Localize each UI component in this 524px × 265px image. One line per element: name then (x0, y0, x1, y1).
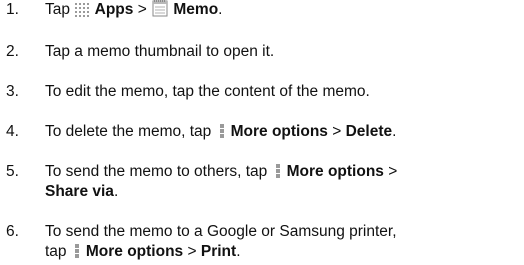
delete-label: Delete (345, 123, 393, 140)
tap-text: tap (45, 243, 67, 260)
step-text: Tap a memo thumbnail to open it. (45, 43, 275, 60)
tap-text: Tap (45, 1, 70, 18)
period: . (236, 243, 241, 260)
period: . (392, 123, 397, 140)
print-label: Print (200, 243, 237, 260)
memo-instructions: 1. Tap Apps > Memo. 2. Tap a memo thumbn… (0, 0, 524, 265)
step-number: 2. (6, 43, 19, 60)
more-options-icon (74, 243, 80, 259)
step-text: To send the memo to a Google or Samsung … (45, 222, 520, 262)
apps-grid-icon (75, 3, 90, 17)
more-options-icon (275, 163, 281, 179)
step-text: To send the memo to others, tap More opt… (45, 162, 520, 202)
step-number: 4. (6, 123, 19, 140)
share-via-label: Share via (45, 183, 114, 200)
separator: > (332, 123, 342, 140)
step-number: 1. (6, 1, 19, 18)
separator: > (137, 1, 147, 18)
separator: > (388, 163, 398, 180)
apps-label: Apps (94, 1, 134, 18)
more-options-icon (219, 123, 225, 139)
step-text: Tap Apps > Memo. (45, 0, 520, 20)
lead-text: To send the memo to a Google or Samsung … (45, 223, 397, 240)
more-options-label: More options (230, 123, 328, 140)
memo-label: Memo (173, 1, 219, 18)
step-number: 6. (6, 223, 19, 240)
lead-text: To delete the memo, tap (45, 123, 212, 140)
step-text: To delete the memo, tap More options > D… (45, 122, 520, 142)
step-text: To edit the memo, tap the content of the… (45, 83, 370, 100)
step-number: 5. (6, 163, 19, 180)
period: . (113, 183, 119, 200)
more-options-label: More options (286, 163, 384, 180)
separator: > (187, 243, 197, 260)
lead-text: To send the memo to others, tap (45, 163, 268, 180)
more-options-label: More options (85, 243, 184, 260)
step-number: 3. (6, 83, 19, 100)
memo-icon (152, 0, 168, 17)
period: . (218, 1, 223, 18)
